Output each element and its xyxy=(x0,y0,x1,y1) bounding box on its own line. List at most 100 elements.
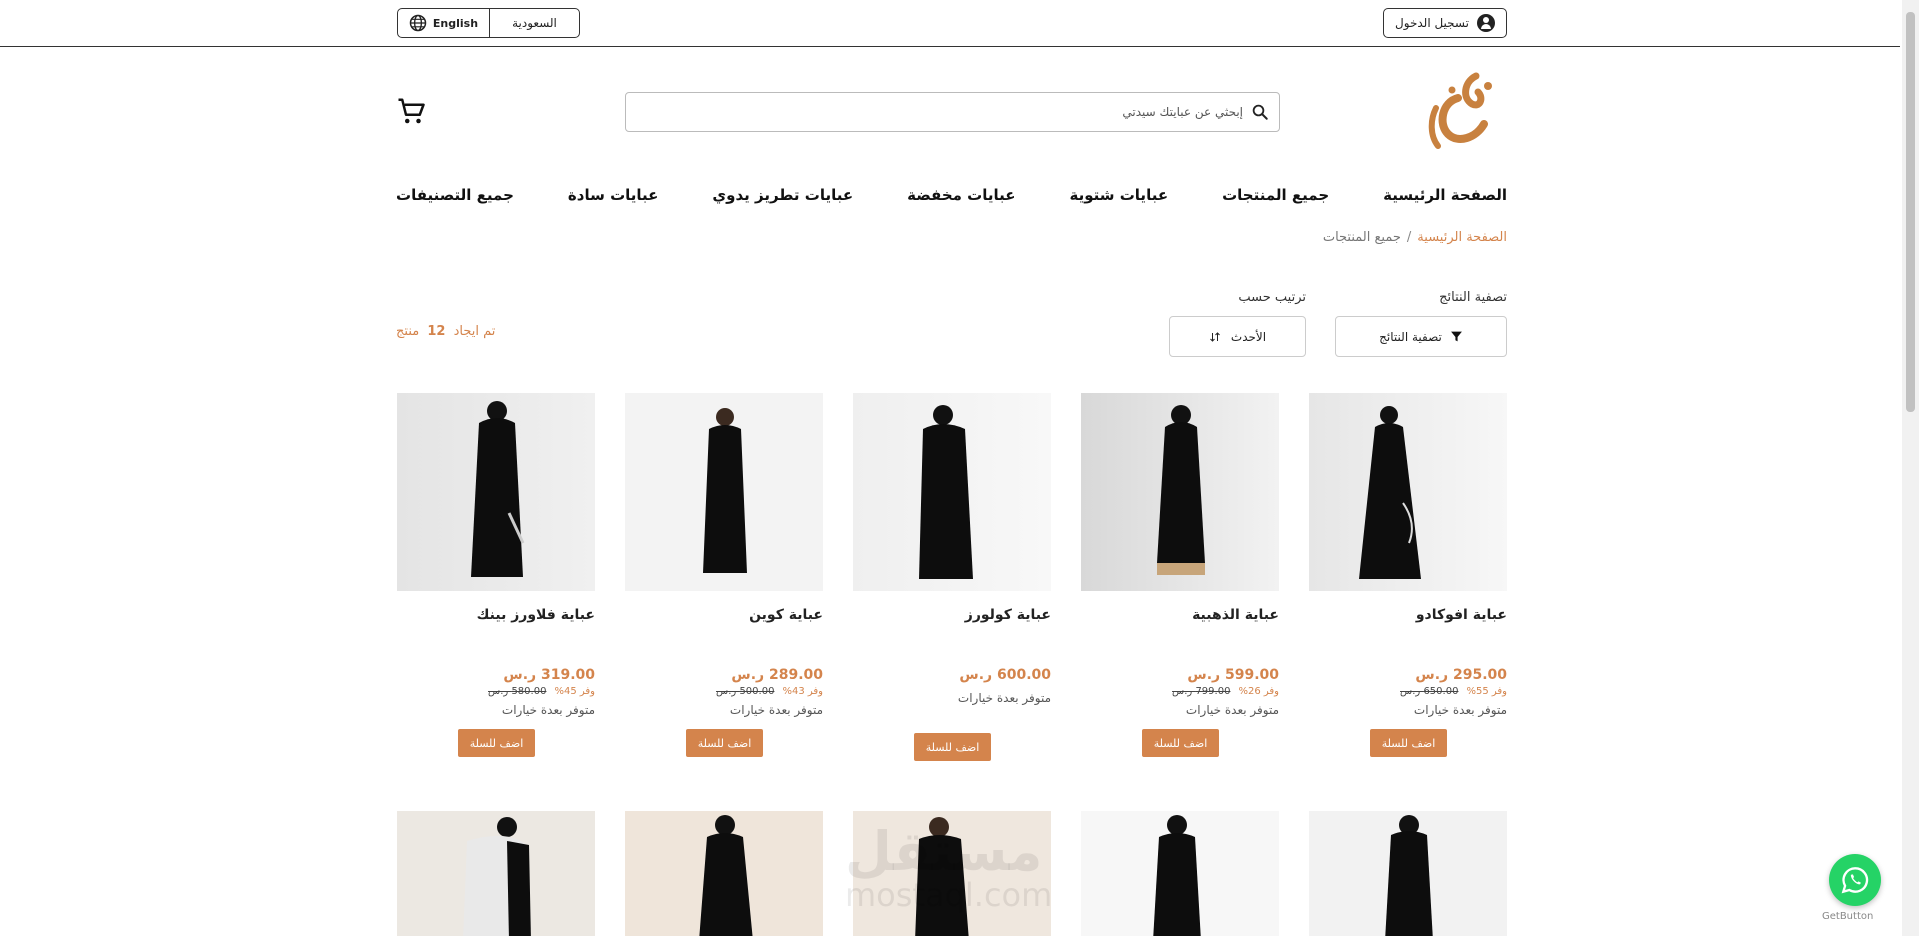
product-image[interactable] xyxy=(1309,811,1507,936)
results-count: تم ايجاد 12 منتج xyxy=(396,324,495,339)
globe-icon xyxy=(409,14,427,32)
abaya-figure-image xyxy=(919,405,973,579)
product-save: وفر 55% xyxy=(1466,686,1507,697)
product-card: عباية افوكادو 295.00 ر.س وفر 55% 650.00 … xyxy=(1309,393,1507,757)
abaya-figure-image xyxy=(471,401,525,577)
sort-select[interactable]: الأحدث xyxy=(1169,316,1306,357)
top-bar: تسجيل الدخول English السعودية xyxy=(0,0,1900,47)
results-suffix: منتج xyxy=(396,324,420,339)
product-image[interactable] xyxy=(625,811,823,936)
product-save: وفر 43% xyxy=(782,686,823,697)
main-nav: الصفحة الرئيسية جميع المنتجات عبايات شتو… xyxy=(396,186,1507,210)
abaya-figure-image xyxy=(703,408,747,573)
product-card: عباية كولورز 600.00 ر.س متوفر بعدة خيارا… xyxy=(853,393,1051,761)
filter-icon xyxy=(1450,331,1462,342)
brand-logo[interactable] xyxy=(1418,68,1498,158)
abaya-figure-image xyxy=(1157,405,1205,575)
nav-item-all-products[interactable]: جميع المنتجات xyxy=(1222,186,1329,210)
breadcrumb-separator: / xyxy=(1406,230,1412,245)
product-name[interactable]: عباية افوكادو xyxy=(1309,607,1507,667)
nav-item-plain[interactable]: عبايات سادة xyxy=(568,186,659,210)
add-to-cart-button[interactable]: اضف للسلة xyxy=(1142,729,1219,757)
product-old-price: 799.00 ر.س xyxy=(1172,686,1231,697)
product-image[interactable] xyxy=(397,393,595,591)
product-old-price: 500.00 ر.س xyxy=(716,686,775,697)
results-number: 12 xyxy=(427,324,446,339)
product-price: 600.00 ر.س xyxy=(959,667,1051,683)
results-prefix: تم ايجاد xyxy=(453,324,496,339)
product-name[interactable]: عباية الذهبية xyxy=(1081,607,1279,667)
breadcrumb-home[interactable]: الصفحة الرئيسية xyxy=(1417,230,1507,245)
product-price: 289.00 ر.س xyxy=(731,667,823,683)
product-image[interactable] xyxy=(1081,393,1279,591)
sort-title: ترتيب حسب xyxy=(1238,290,1306,305)
product-image[interactable] xyxy=(1081,811,1279,936)
product-discount: وفر 45% 580.00 ر.س xyxy=(397,686,595,697)
product-name[interactable]: عباية فلاورز بينك xyxy=(397,607,595,667)
product-price: 319.00 ر.س xyxy=(503,667,595,683)
login-label: تسجيل الدخول xyxy=(1395,16,1469,30)
product-price: 599.00 ر.س xyxy=(1187,667,1279,683)
nav-item-all-categories[interactable]: جميع التصنيفات xyxy=(396,186,514,210)
nav-item-discounted[interactable]: عبايات مخفضة xyxy=(907,186,1015,210)
product-save: وفر 45% xyxy=(554,686,595,697)
product-old-price: 580.00 ر.س xyxy=(488,686,547,697)
getbutton-label[interactable]: GetButton xyxy=(1822,911,1873,922)
product-card: عباية الذهبية 599.00 ر.س وفر 26% 799.00 … xyxy=(1081,393,1279,757)
search-input[interactable] xyxy=(636,105,1243,119)
product-save: وفر 26% xyxy=(1238,686,1279,697)
scrollbar-thumb[interactable] xyxy=(1906,12,1915,412)
product-old-price: 650.00 ر.س xyxy=(1400,686,1459,697)
abaya-figure-image xyxy=(463,817,531,936)
product-card: عباية كوين 289.00 ر.س وفر 43% 500.00 ر.س… xyxy=(625,393,823,757)
filter-title: تصفية النتائج xyxy=(1439,290,1507,305)
whatsapp-button[interactable] xyxy=(1829,854,1881,906)
add-to-cart-button[interactable]: اضف للسلة xyxy=(914,733,991,761)
breadcrumb: الصفحة الرئيسية / جميع المنتجات xyxy=(1323,230,1507,245)
product-name[interactable]: عباية كوين xyxy=(625,607,823,667)
product-discount: وفر 43% 500.00 ر.س xyxy=(625,686,823,697)
product-availability: متوفر بعدة خيارات xyxy=(1185,703,1279,717)
abaya-figure-image xyxy=(1359,406,1421,579)
cart-icon[interactable] xyxy=(396,96,426,126)
language-label: English xyxy=(432,16,479,30)
whatsapp-icon xyxy=(1841,867,1869,894)
nav-item-home[interactable]: الصفحة الرئيسية xyxy=(1383,186,1507,210)
product-discount: وفر 26% 799.00 ر.س xyxy=(1081,686,1279,697)
breadcrumb-current: جميع المنتجات xyxy=(1322,230,1401,245)
product-image[interactable] xyxy=(397,811,595,936)
product-image[interactable] xyxy=(625,393,823,591)
sort-icon xyxy=(1210,331,1220,342)
product-price: 295.00 ر.س xyxy=(1415,667,1507,683)
country-button[interactable]: السعودية xyxy=(490,9,579,37)
login-button[interactable]: تسجيل الدخول xyxy=(1383,8,1507,38)
product-availability: متوفر بعدة خيارات xyxy=(501,703,595,717)
product-name[interactable]: عباية كولورز xyxy=(853,607,1051,667)
add-to-cart-button[interactable]: اضف للسلة xyxy=(686,729,763,757)
product-image[interactable] xyxy=(853,393,1051,591)
filter-button-label: تصفية النتائج xyxy=(1379,329,1442,344)
watermark-latin: mostaql.com xyxy=(845,876,1053,914)
product-card: عباية فلاورز بينك 319.00 ر.س وفر 45% 580… xyxy=(397,393,595,757)
abaya-figure-image xyxy=(699,815,753,936)
search-icon[interactable] xyxy=(1251,103,1269,121)
product-availability: متوفر بعدة خيارات xyxy=(957,691,1051,705)
watermark-arabic: مستقل xyxy=(845,820,1043,883)
product-availability: متوفر بعدة خيارات xyxy=(1413,703,1507,717)
nav-item-winter[interactable]: عبايات شتوية xyxy=(1070,186,1169,210)
abaya-figure-image xyxy=(1385,815,1433,936)
add-to-cart-button[interactable]: اضف للسلة xyxy=(458,729,535,757)
page: تسجيل الدخول English السعودية إبحثي عن ع… xyxy=(0,0,1919,936)
filter-button[interactable]: تصفية النتائج xyxy=(1335,316,1507,357)
add-to-cart-button[interactable]: اضف للسلة xyxy=(1370,729,1447,757)
abaya-figure-image xyxy=(1153,815,1201,936)
product-image[interactable] xyxy=(1309,393,1507,591)
scrollbar[interactable] xyxy=(1902,0,1919,936)
language-switcher: English السعودية xyxy=(397,8,580,38)
sort-value: الأحدث xyxy=(1230,329,1267,344)
user-icon xyxy=(1476,14,1495,32)
product-availability: متوفر بعدة خيارات xyxy=(729,703,823,717)
product-discount: وفر 55% 650.00 ر.س xyxy=(1309,686,1507,697)
nav-item-embroidered[interactable]: عبايات تطريز يدوي xyxy=(712,186,853,210)
language-button[interactable]: English xyxy=(398,9,490,37)
